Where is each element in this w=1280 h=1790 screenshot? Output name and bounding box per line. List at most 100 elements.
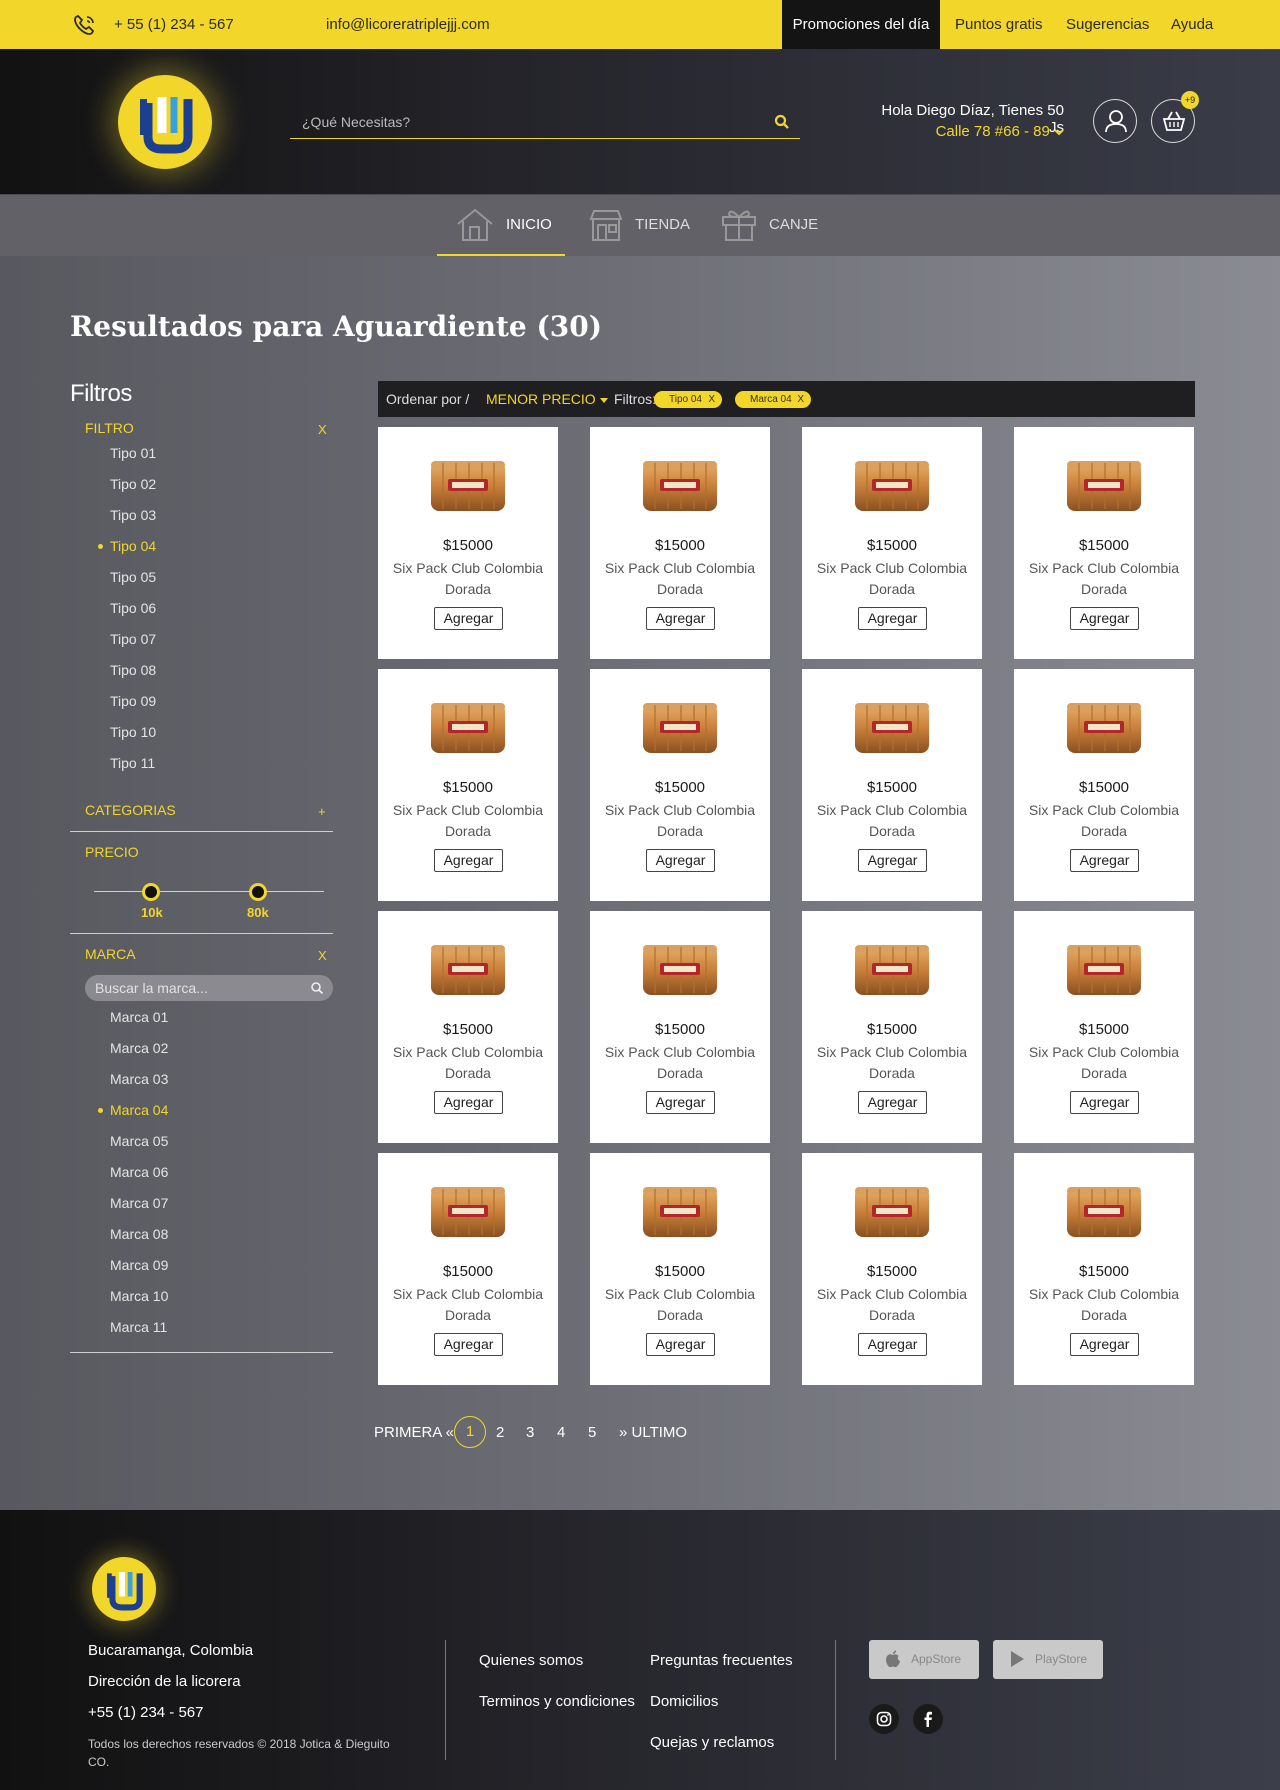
add-to-cart-button[interactable]: Agregar [434,849,503,872]
filtro-option[interactable]: Tipo 01 [110,445,156,461]
sort-dropdown[interactable]: MENOR PRECIO [486,391,608,407]
filtro-header[interactable]: FILTRO [85,420,134,436]
add-to-cart-button[interactable]: Agregar [646,607,715,630]
product-name[interactable]: Six Pack Club Colombia Dorada [1024,1284,1184,1326]
product-card[interactable]: $15000 Six Pack Club Colombia Dorada Agreg… [802,669,982,901]
product-card[interactable]: $15000 Six Pack Club Colombia Dorada Agreg… [590,911,770,1143]
product-name[interactable]: Six Pack Club Colombia Dorada [600,1284,760,1326]
product-card[interactable]: $15000 Six Pack Club Colombia Dorada Agreg… [1014,1153,1194,1385]
link-domicilios[interactable]: Domicilios [650,1693,718,1710]
product-name[interactable]: Six Pack Club Colombia Dorada [1024,1042,1184,1084]
product-name[interactable]: Six Pack Club Colombia Dorada [812,800,972,842]
filtro-option[interactable]: Tipo 06 [110,600,156,616]
product-name[interactable]: Six Pack Club Colombia Dorada [600,1042,760,1084]
filtro-option[interactable]: Tipo 11 [110,755,155,771]
marca-option[interactable]: Marca 02 [110,1040,168,1056]
add-to-cart-button[interactable]: Agregar [858,849,927,872]
add-to-cart-button[interactable]: Agregar [1070,1333,1139,1356]
link-preguntas-frecuentes[interactable]: Preguntas frecuentes [650,1652,793,1669]
page-4-link[interactable]: 4 [557,1424,565,1441]
categorias-expand-button[interactable]: + [318,804,326,819]
logo[interactable] [118,75,212,169]
product-card[interactable]: $15000 Six Pack Club Colombia Dorada Agreg… [378,427,558,659]
product-name[interactable]: Six Pack Club Colombia Dorada [1024,558,1184,600]
product-card[interactable]: $15000 Six Pack Club Colombia Dorada Agreg… [590,427,770,659]
product-card[interactable]: $15000 Six Pack Club Colombia Dorada Agreg… [1014,669,1194,901]
page-3-link[interactable]: 3 [526,1424,534,1441]
promo-button[interactable]: Promociones del día [782,0,940,49]
link-terminos[interactable]: Terminos y condiciones [479,1693,635,1710]
search-icon[interactable] [774,114,790,130]
product-name[interactable]: Six Pack Club Colombia Dorada [812,1042,972,1084]
marca-option[interactable]: Marca 07 [110,1195,168,1211]
link-quienes-somos[interactable]: Quienes somos [479,1652,583,1669]
product-name[interactable]: Six Pack Club Colombia Dorada [388,1284,548,1326]
price-max-handle[interactable] [249,883,267,901]
add-to-cart-button[interactable]: Agregar [646,1091,715,1114]
product-card[interactable]: $15000 Six Pack Club Colombia Dorada Agreg… [378,1153,558,1385]
marca-collapse-button[interactable]: X [318,948,327,963]
filtro-option[interactable]: Tipo 08 [110,662,156,678]
marca-option[interactable]: Marca 11 [110,1319,167,1335]
marca-option[interactable]: Marca 04 [97,1102,168,1118]
product-name[interactable]: Six Pack Club Colombia Dorada [388,800,548,842]
price-min-handle[interactable] [142,883,160,901]
add-to-cart-button[interactable]: Agregar [434,1091,503,1114]
product-card[interactable]: $15000 Six Pack Club Colombia Dorada Agreg… [1014,427,1194,659]
remove-chip-button[interactable]: X [708,391,715,408]
page-1-current[interactable]: 1 [454,1416,486,1448]
add-to-cart-button[interactable]: Agregar [1070,1091,1139,1114]
facebook-button[interactable] [913,1704,943,1734]
add-to-cart-button[interactable]: Agregar [1070,607,1139,630]
add-to-cart-button[interactable]: Agregar [858,607,927,630]
tab-inicio[interactable]: INICIO [437,195,565,257]
link-quejas[interactable]: Quejas y reclamos [650,1734,774,1751]
add-to-cart-button[interactable]: Agregar [858,1333,927,1356]
filtro-option[interactable]: Tipo 09 [110,693,156,709]
product-card[interactable]: $15000 Six Pack Club Colombia Dorada Agreg… [1014,911,1194,1143]
product-name[interactable]: Six Pack Club Colombia Dorada [600,558,760,600]
filtro-option[interactable]: Tipo 10 [110,724,156,740]
first-page-link[interactable]: PRIMERA « [374,1424,454,1441]
filtro-option[interactable]: Tipo 02 [110,476,156,492]
marca-option[interactable]: Marca 03 [110,1071,168,1087]
brand-search-input[interactable] [85,975,300,1001]
tab-canje[interactable]: CANJE [702,195,822,257]
playstore-button[interactable]: PlayStore [993,1640,1103,1679]
product-name[interactable]: Six Pack Club Colombia Dorada [1024,800,1184,842]
categorias-header[interactable]: CATEGORIAS [85,802,176,818]
add-to-cart-button[interactable]: Agregar [858,1091,927,1114]
marca-option[interactable]: Marca 06 [110,1164,168,1180]
product-name[interactable]: Six Pack Club Colombia Dorada [600,800,760,842]
product-name[interactable]: Six Pack Club Colombia Dorada [388,1042,548,1084]
product-card[interactable]: $15000 Six Pack Club Colombia Dorada Agreg… [590,1153,770,1385]
add-to-cart-button[interactable]: Agregar [1070,849,1139,872]
price-slider-track[interactable] [94,891,324,892]
product-card[interactable]: $15000 Six Pack Club Colombia Dorada Agreg… [590,669,770,901]
product-card[interactable]: $15000 Six Pack Club Colombia Dorada Agreg… [378,911,558,1143]
last-page-link[interactable]: » ULTIMO [619,1424,687,1441]
filtro-option[interactable]: Tipo 04 [97,538,156,554]
menu-puntos-gratis[interactable]: Puntos gratis [955,16,1043,33]
filtro-option[interactable]: Tipo 05 [110,569,156,585]
menu-ayuda[interactable]: Ayuda [1171,16,1213,33]
user-button[interactable] [1093,99,1137,143]
marca-option[interactable]: Marca 10 [110,1288,168,1304]
tab-tienda[interactable]: TIENDA [570,195,690,257]
marca-option[interactable]: Marca 09 [110,1257,168,1273]
product-name[interactable]: Six Pack Club Colombia Dorada [812,1284,972,1326]
product-card[interactable]: $15000 Six Pack Club Colombia Dorada Agreg… [802,911,982,1143]
search-input[interactable] [290,107,760,137]
filtro-option[interactable]: Tipo 07 [110,631,156,647]
menu-sugerencias[interactable]: Sugerencias [1066,16,1149,33]
filtro-option[interactable]: Tipo 03 [110,507,156,523]
instagram-button[interactable] [869,1704,899,1734]
filtro-collapse-button[interactable]: X [318,422,327,437]
add-to-cart-button[interactable]: Agregar [434,607,503,630]
top-email[interactable]: info@licoreratriplejjj.com [326,16,490,33]
add-to-cart-button[interactable]: Agregar [646,849,715,872]
product-card[interactable]: $15000 Six Pack Club Colombia Dorada Agreg… [802,1153,982,1385]
cart-button[interactable]: +9 [1151,91,1199,143]
marca-option[interactable]: Marca 05 [110,1133,168,1149]
page-5-link[interactable]: 5 [588,1424,596,1441]
